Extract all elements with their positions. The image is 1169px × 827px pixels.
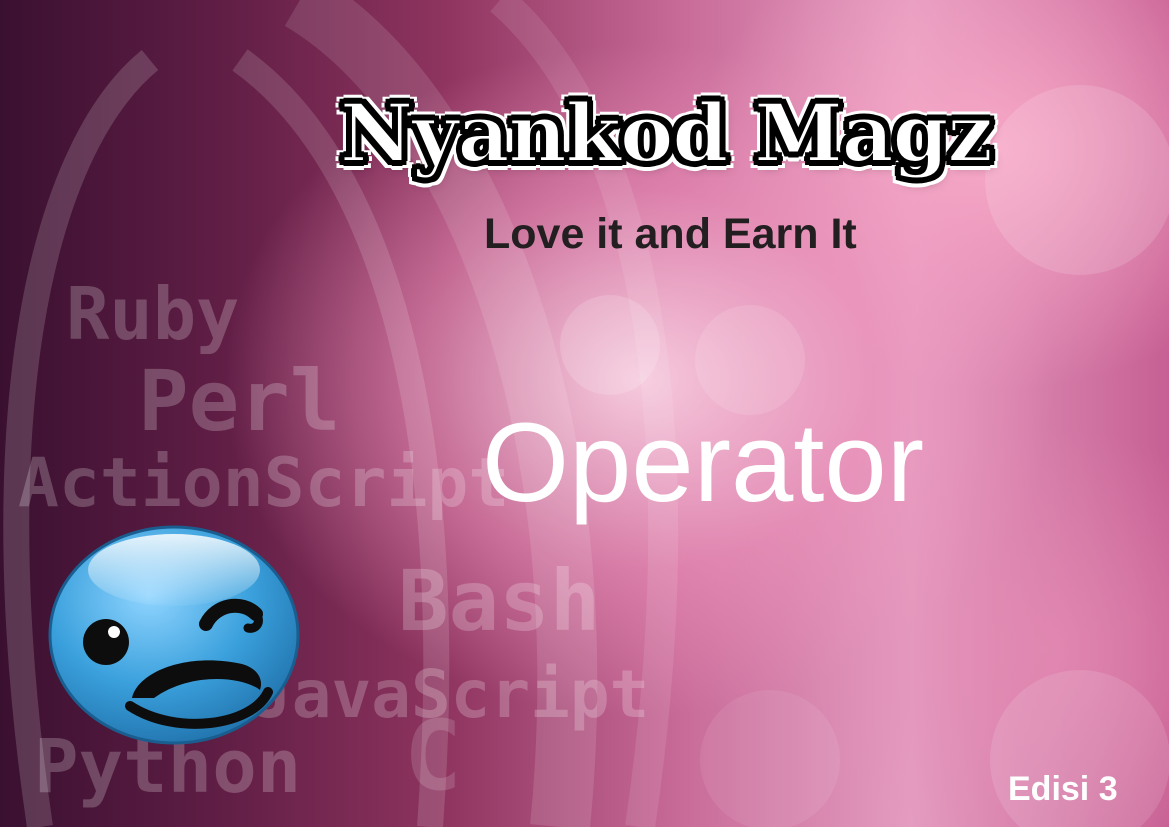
magazine-title: Nyankod Magz xyxy=(339,85,994,181)
winking-smiley-icon xyxy=(48,525,300,745)
background-bokeh-1 xyxy=(985,85,1169,275)
magazine-cover: Ruby Perl ActionScript Bash JavaScript P… xyxy=(0,0,1169,827)
edition-label: Edisi 3 xyxy=(1008,770,1118,808)
magazine-tagline: Love it and Earn It xyxy=(484,210,857,258)
background-word-c: C xyxy=(404,700,462,812)
background-bokeh-2 xyxy=(560,295,660,395)
background-bokeh-5 xyxy=(700,690,840,827)
background-word-perl: Perl xyxy=(138,352,341,450)
smiley-open-eye xyxy=(83,619,129,665)
issue-topic: Operator xyxy=(482,400,924,525)
background-word-bash: Bash xyxy=(398,552,601,650)
background-word-ruby: Ruby xyxy=(66,272,240,356)
smiley-shine xyxy=(88,534,260,606)
background-word-actionscript: ActionScript xyxy=(18,444,510,523)
smiley-eye-highlight xyxy=(108,626,120,638)
